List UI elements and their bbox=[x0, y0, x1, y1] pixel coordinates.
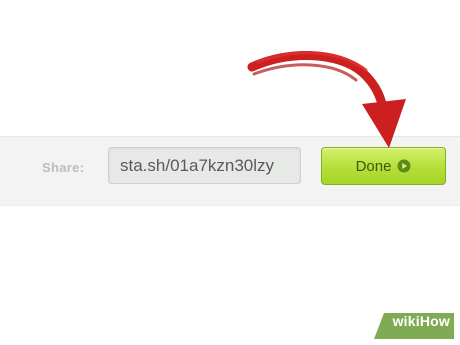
share-url-field[interactable] bbox=[108, 147, 301, 184]
wikihow-watermark: wikiHow bbox=[374, 313, 454, 339]
watermark-text: wikiHow bbox=[393, 313, 450, 329]
done-button-label: Done bbox=[355, 157, 392, 175]
watermark-text-wiki: wiki bbox=[392, 313, 420, 329]
share-label: Share: bbox=[42, 160, 85, 175]
circle-play-icon bbox=[397, 159, 411, 173]
watermark-text-how: How bbox=[419, 313, 450, 329]
done-button[interactable]: Done bbox=[321, 147, 446, 185]
